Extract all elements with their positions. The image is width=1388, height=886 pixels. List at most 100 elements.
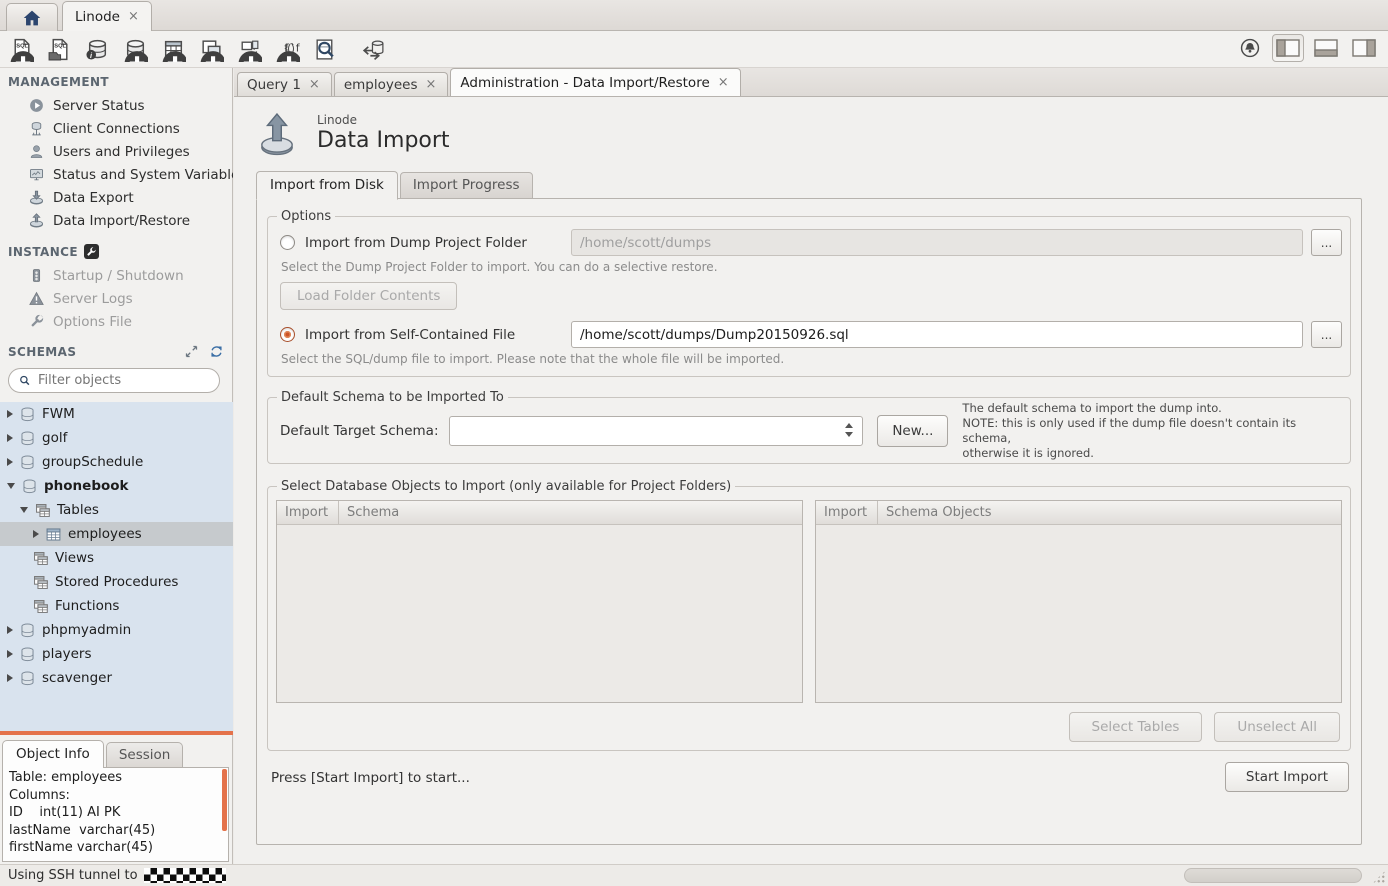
chevron-right-icon[interactable] [7,410,13,418]
window-resize-grip[interactable] [1372,870,1386,884]
radio-import-dump-folder[interactable] [280,235,295,250]
sidebar-item-options-file[interactable]: Options File [0,310,233,333]
tab-employees[interactable]: employees × [334,72,449,96]
chevron-right-icon[interactable] [7,434,13,442]
info-panel-tabs: Object Info Session [2,742,185,768]
tab-import-progress[interactable]: Import Progress [400,172,533,199]
chevron-right-icon[interactable] [7,458,13,466]
schema-tree: FWM golf groupSchedule phonebook Tables … [0,402,233,731]
schema-tree-item-views[interactable]: Views [0,546,233,570]
server-status-icon [28,97,45,114]
toggle-right-panel-button[interactable] [1348,34,1380,62]
sidebar-item-label: Server Status [53,98,145,114]
chevron-down-icon[interactable] [7,483,15,489]
chevron-right-icon[interactable] [7,674,13,682]
default-target-schema-select[interactable] [449,416,863,446]
chevron-right-icon[interactable] [33,530,39,538]
sidebar-item-server-logs[interactable]: Server Logs [0,287,233,310]
create-procedure-button[interactable] [232,34,266,64]
schema-tree-item-functions[interactable]: Functions [0,594,233,618]
schema-filter-input[interactable] [38,373,211,388]
tab-data-import-restore[interactable]: Administration - Data Import/Restore × [450,68,740,96]
schema-icon [19,622,36,639]
left-panel-icon [1276,39,1300,57]
connection-tab-linode[interactable]: Linode × [62,1,152,31]
sidebar-item-system-variables[interactable]: Status and System Variables [0,163,233,186]
sidebar-item-data-import[interactable]: Data Import/Restore [0,209,233,232]
schema-tree-item-employees[interactable]: employees [0,522,233,546]
object-table-buttons: Select Tables Unselect All [276,712,1342,742]
toggle-bottom-panel-button[interactable] [1310,34,1342,62]
column-header-schema[interactable]: Schema [339,501,802,524]
server-logs-icon [28,290,45,307]
close-icon[interactable]: × [424,77,439,92]
spinner-up-icon[interactable] [845,423,853,428]
unselect-all-button[interactable]: Unselect All [1214,712,1340,742]
sidebar-item-users-privileges[interactable]: Users and Privileges [0,140,233,163]
create-procedure-icon [237,37,262,62]
home-tab[interactable] [6,3,58,31]
load-folder-contents-button[interactable]: Load Folder Contents [280,282,457,310]
refresh-icon[interactable] [209,344,224,359]
tab-import-from-disk[interactable]: Import from Disk [256,171,398,200]
new-sql-tab-button[interactable]: SQL [4,34,38,64]
schemas-table-body[interactable] [277,525,802,702]
spinner-down-icon[interactable] [845,432,853,437]
close-icon[interactable]: × [126,9,141,24]
horizontal-scrollbar-thumb[interactable] [1184,868,1362,883]
schema-tree-item-phpmyadmin[interactable]: phpmyadmin [0,618,233,642]
open-sql-script-button[interactable]: SQL [42,34,76,64]
chevron-down-icon[interactable] [20,507,28,513]
column-header-schema-objects[interactable]: Schema Objects [878,501,1341,524]
schema-icon [19,670,36,687]
search-objects-button[interactable] [308,34,342,64]
schema-tree-item-tables[interactable]: Tables [0,498,233,522]
create-function-button[interactable]: {`f()`}f() [270,34,304,64]
sidebar-item-label: Client Connections [53,121,180,137]
select-tables-button[interactable]: Select Tables [1069,712,1203,742]
toggle-left-panel-button[interactable] [1272,34,1304,62]
navigator-sidebar: MANAGEMENT Server Status Client Connecti… [0,68,233,864]
tab-query-1[interactable]: Query 1 × [237,72,332,96]
column-header-import[interactable]: Import [816,501,878,524]
tab-object-info[interactable]: Object Info [2,740,104,768]
chevron-right-icon[interactable] [7,626,13,634]
expand-panel-icon[interactable] [184,344,199,359]
tab-label: Session [119,747,171,763]
tree-label: Stored Procedures [55,574,178,590]
notifications-button[interactable] [1234,34,1266,62]
schema-tree-item-scavenger[interactable]: scavenger [0,666,233,690]
column-header-import[interactable]: Import [277,501,339,524]
schema-tree-item-players[interactable]: players [0,642,233,666]
sync-database-button[interactable] [356,34,390,64]
chevron-right-icon[interactable] [7,650,13,658]
tree-label: scavenger [42,670,112,686]
create-schema-button[interactable] [118,34,152,64]
schema-tree-item-stored-procedures[interactable]: Stored Procedures [0,570,233,594]
sidebar-item-startup-shutdown[interactable]: Startup / Shutdown [0,264,233,287]
browse-folder-button[interactable]: ... [1311,229,1342,256]
schema-tree-item-fwm[interactable]: FWM [0,402,233,426]
create-view-button[interactable] [194,34,228,64]
browse-file-button[interactable]: ... [1311,321,1342,348]
schema-tree-item-golf[interactable]: golf [0,426,233,450]
sql-file-path-input[interactable] [571,321,1303,348]
dump-folder-path-input[interactable] [571,229,1303,256]
functions-folder-icon [32,598,49,615]
tab-session[interactable]: Session [106,742,184,768]
sidebar-item-client-connections[interactable]: Client Connections [0,117,233,140]
close-icon[interactable]: × [716,75,731,90]
create-table-button[interactable] [156,34,190,64]
new-schema-button[interactable]: New... [877,415,948,447]
schema-objects-table-body[interactable] [816,525,1341,702]
schemas-table: Import Schema [276,500,803,703]
radio-import-self-contained-file[interactable] [280,327,295,342]
schema-tree-item-groupschedule[interactable]: groupSchedule [0,450,233,474]
vertical-scrollbar-thumb[interactable] [222,769,227,831]
start-import-button[interactable]: Start Import [1225,762,1349,792]
sidebar-item-data-export[interactable]: Data Export [0,186,233,209]
close-icon[interactable]: × [307,77,322,92]
database-info-button[interactable]: i [80,34,114,64]
schema-tree-item-phonebook[interactable]: phonebook [0,474,233,498]
sidebar-item-server-status[interactable]: Server Status [0,94,233,117]
